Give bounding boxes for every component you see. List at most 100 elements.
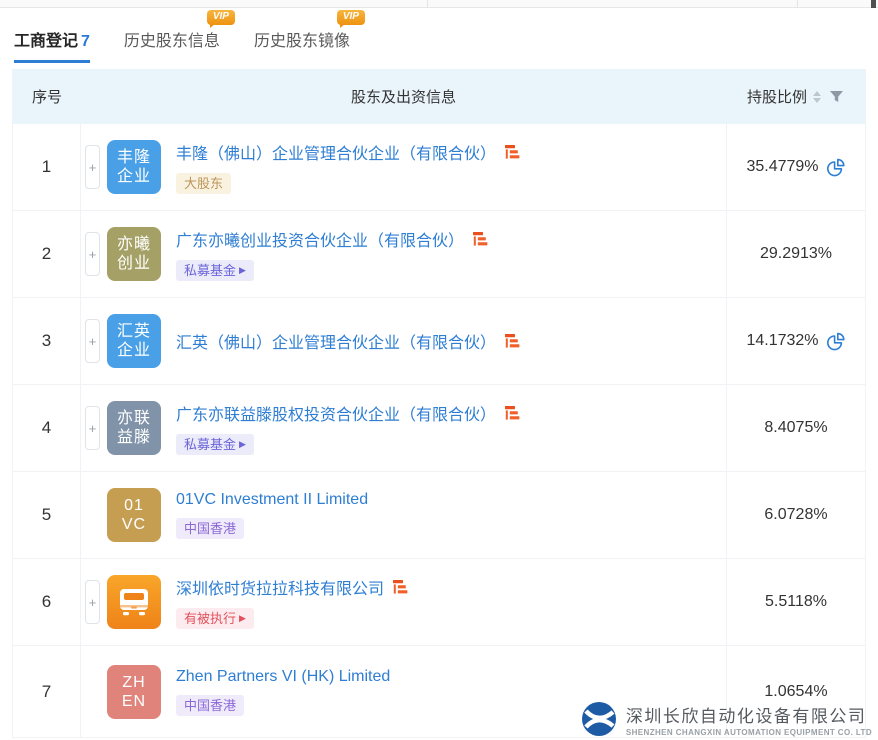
tag-label: 中国香港: [184, 698, 236, 713]
header-index: 序号: [13, 86, 81, 107]
equity-structure-icon[interactable]: [505, 145, 520, 159]
tag-arrow-icon: ▶: [239, 263, 246, 278]
company-name-link[interactable]: 广东亦联益滕股权投资合伙企业（有限合伙）: [176, 401, 496, 425]
company-logo[interactable]: [107, 575, 161, 629]
tab-history-shareholders[interactable]: VIP 历史股东信息: [124, 27, 220, 60]
company-tag[interactable]: 私募基金 ▶: [176, 260, 254, 281]
watermark: 深圳长欣自动化设备有限公司 SHENZHEN CHANGXIN AUTOMATI…: [579, 699, 872, 739]
expand-button[interactable]: +: [85, 580, 100, 624]
logo-text: 丰隆: [117, 148, 151, 167]
expand-button[interactable]: +: [85, 319, 100, 363]
equity-structure-icon[interactable]: [505, 406, 520, 420]
truck-icon: [114, 582, 154, 622]
header-ratio-label: 持股比例: [747, 86, 807, 107]
table-row: 6 + 深圳依时货拉拉科技: [13, 559, 865, 646]
table-row: 1 + 丰隆 企业 丰隆（佛山: [13, 124, 865, 211]
ratio-value: 14.1732%: [746, 332, 818, 350]
tab-count-badge: 7: [81, 33, 90, 50]
pie-chart-icon[interactable]: [827, 158, 846, 177]
logo-text: 益滕: [117, 428, 151, 447]
plus-icon: +: [89, 595, 97, 610]
company-name-link[interactable]: 汇英（佛山）企业管理合伙企业（有限合伙）: [176, 329, 496, 353]
tab-history-shareholder-mirror[interactable]: VIP 历史股东镜像: [254, 27, 350, 60]
ratio-value: 6.0728%: [764, 506, 827, 524]
expand-button[interactable]: +: [85, 145, 100, 189]
logo-text: 企业: [117, 341, 151, 360]
table-row: 2 + 亦曦 创业 广东亦曦创: [13, 211, 865, 298]
table-row: 5 01 VC 01VC I: [13, 472, 865, 559]
plus-icon: +: [89, 247, 97, 262]
row-index: 2: [42, 244, 51, 264]
tag-label: 私募基金: [184, 263, 236, 278]
top-strip: [0, 0, 878, 8]
row-index: 5: [42, 505, 51, 525]
logo-text: 企业: [117, 167, 151, 186]
table-row: 3 + 汇英 企业 汇英（佛山: [13, 298, 865, 385]
ratio-value: 1.0654%: [764, 683, 827, 701]
tab-business-registration[interactable]: 工商登记7: [14, 27, 90, 63]
company-tag[interactable]: 私募基金 ▶: [176, 434, 254, 455]
row-index: 6: [42, 592, 51, 612]
company-name-link[interactable]: 01VC Investment II Limited: [176, 491, 368, 509]
company-tag[interactable]: 有被执行 ▶: [176, 608, 254, 629]
scrollbar-thumb[interactable]: [871, 0, 876, 8]
sort-control[interactable]: [813, 91, 821, 103]
sort-desc-icon[interactable]: [813, 98, 821, 103]
logo-text: 亦曦: [117, 235, 151, 254]
pie-chart-icon[interactable]: [827, 332, 846, 351]
tab-label: 工商登记: [14, 33, 78, 50]
logo-text: 汇英: [117, 322, 151, 341]
ratio-value: 5.5118%: [765, 593, 827, 611]
top-strip-divider: [427, 0, 428, 8]
tag-label: 大股东: [184, 176, 223, 191]
expand-button[interactable]: +: [85, 232, 100, 276]
row-index: 1: [42, 157, 51, 177]
watermark-company-name: 深圳长欣自动化设备有限公司: [626, 702, 872, 727]
company-logo[interactable]: 亦曦 创业: [107, 227, 161, 281]
logo-text: EN: [122, 692, 146, 711]
company-logo[interactable]: 丰隆 企业: [107, 140, 161, 194]
vip-badge: VIP: [337, 10, 365, 25]
logo-text: 亦联: [117, 409, 151, 428]
logo-text: VC: [122, 515, 146, 534]
watermark-company-name-en: SHENZHEN CHANGXIN AUTOMATION EQUIPMENT C…: [626, 728, 872, 737]
tab-label: 历史股东镜像: [254, 33, 350, 50]
top-strip-divider: [797, 0, 798, 8]
shareholders-page: 工商登记7 VIP 历史股东信息 VIP 历史股东镜像 序号 股东及出资信息 持…: [0, 0, 878, 740]
company-tag: 大股东: [176, 173, 231, 194]
tag-arrow-icon: ▶: [239, 437, 246, 452]
table-row: 4 + 亦联 益滕 广东亦联益: [13, 385, 865, 472]
tag-label: 有被执行: [184, 611, 236, 626]
tag-label: 私募基金: [184, 437, 236, 452]
tag-label: 中国香港: [184, 521, 236, 536]
tab-label: 历史股东信息: [124, 33, 220, 50]
equity-structure-icon[interactable]: [505, 334, 520, 348]
company-logo[interactable]: ZH EN: [107, 665, 161, 719]
vip-badge: VIP: [207, 10, 235, 25]
equity-structure-icon[interactable]: [473, 232, 488, 246]
company-name-link[interactable]: 深圳依时货拉拉科技有限公司: [176, 575, 384, 599]
company-logo[interactable]: 01 VC: [107, 488, 161, 542]
company-logo[interactable]: 汇英 企业: [107, 314, 161, 368]
logo-text: 01: [124, 496, 144, 515]
plus-icon: +: [89, 160, 97, 175]
company-logo[interactable]: 亦联 益滕: [107, 401, 161, 455]
row-index: 3: [42, 331, 51, 351]
plus-icon: +: [89, 334, 97, 349]
header-shareholder-info: 股东及出资信息: [81, 86, 726, 107]
company-name-link[interactable]: Zhen Partners VI (HK) Limited: [176, 668, 390, 686]
ratio-value: 35.4779%: [746, 158, 818, 176]
company-name-link[interactable]: 丰隆（佛山）企业管理合伙企业（有限合伙）: [176, 140, 496, 164]
expand-button[interactable]: +: [85, 406, 100, 450]
row-index: 7: [42, 682, 51, 702]
plus-icon: +: [89, 421, 97, 436]
table-header: 序号 股东及出资信息 持股比例: [13, 69, 865, 124]
company-name-link[interactable]: 广东亦曦创业投资合伙企业（有限合伙）: [176, 227, 464, 251]
sort-asc-icon[interactable]: [813, 91, 821, 96]
table-body: 1 + 丰隆 企业 丰隆（佛山: [13, 124, 865, 738]
filter-icon[interactable]: [829, 90, 844, 104]
equity-structure-icon[interactable]: [393, 580, 408, 594]
row-index: 4: [42, 418, 51, 438]
ratio-value: 8.4075%: [764, 419, 827, 437]
logo-text: ZH: [122, 673, 145, 692]
